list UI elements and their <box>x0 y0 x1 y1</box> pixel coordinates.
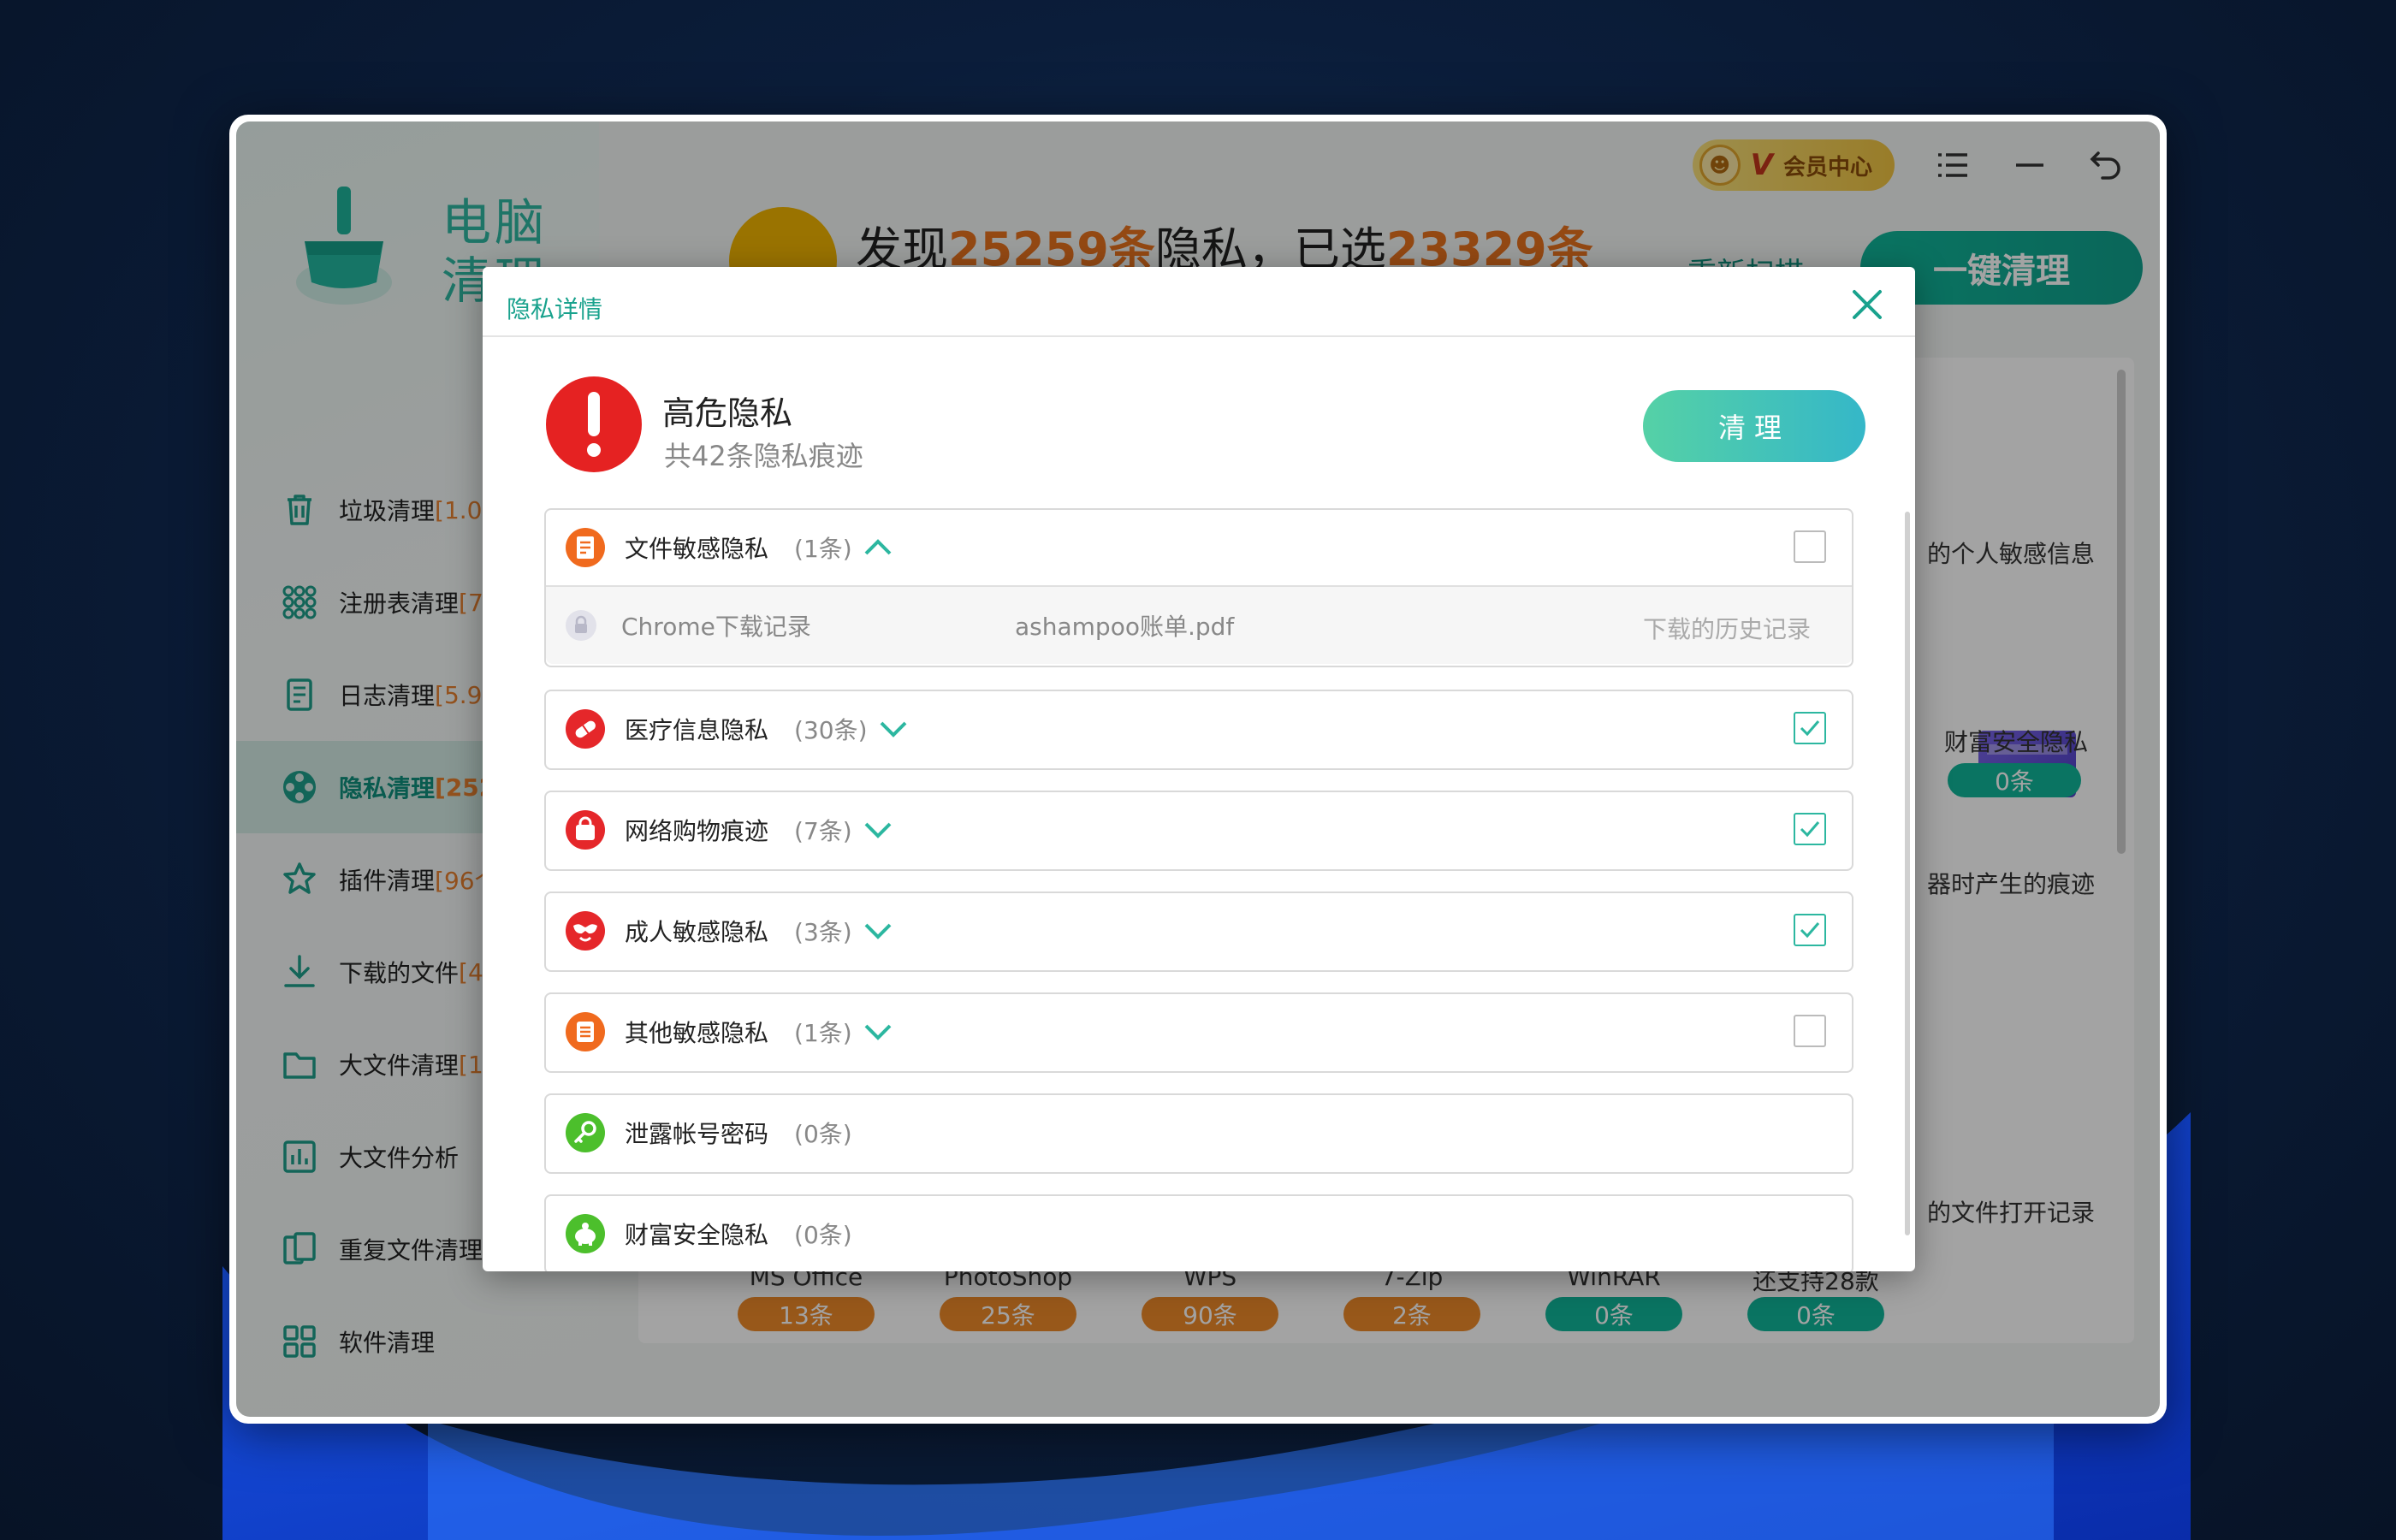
category-card: 医疗信息隐私 (30条) <box>544 690 1853 770</box>
entry-description: 下载的历史记录 <box>1642 615 1811 643</box>
category-count: (0条) <box>794 1221 852 1249</box>
category-card: 成人敏感隐私 (3条) <box>544 891 1853 972</box>
category-name: 文件敏感隐私 <box>625 535 769 563</box>
dialog-header: 隐私详情 <box>483 267 1915 337</box>
category-count: (0条) <box>794 1120 852 1148</box>
privacy-details-dialog: 隐私详情 高危隐私 共42条隐私痕迹 清理 文件敏感隐私 (1条) Chrome… <box>483 267 1915 1271</box>
category-checkbox[interactable] <box>1794 530 1826 563</box>
piggy-bank-icon <box>566 1214 605 1253</box>
category-count: (1条) <box>794 1019 852 1047</box>
clean-button[interactable]: 清理 <box>1643 390 1865 462</box>
checkmark-icon <box>1800 720 1820 737</box>
dialog-scrollbar[interactable] <box>1905 512 1910 1235</box>
entry-source: Chrome下载记录 <box>621 613 811 641</box>
category-header[interactable]: 文件敏感隐私 (1条) <box>546 510 1852 585</box>
shopping-bag-icon <box>566 810 605 850</box>
category-count: (7条) <box>794 817 852 845</box>
checkmark-icon <box>1800 922 1820 939</box>
chevron-down-icon[interactable] <box>861 1015 895 1049</box>
lock-icon <box>566 610 596 641</box>
close-icon[interactable] <box>1848 286 1886 323</box>
notes-icon <box>566 1012 605 1051</box>
category-checkbox[interactable] <box>1794 712 1826 744</box>
category-count: (30条) <box>794 716 868 744</box>
category-name: 成人敏感隐私 <box>625 918 769 946</box>
category-name: 其他敏感隐私 <box>625 1019 769 1047</box>
dialog-title: 隐私详情 <box>507 295 603 323</box>
privacy-category-list: 文件敏感隐私 (1条) Chrome下载记录 ashampoo账单.pdf 下载… <box>544 508 1853 1271</box>
category-name: 泄露帐号密码 <box>625 1120 769 1148</box>
category-header[interactable]: 医疗信息隐私 (30条) <box>546 691 1852 767</box>
risk-level-title: 高危隐私 <box>662 394 793 432</box>
category-header[interactable]: 成人敏感隐私 (3条) <box>546 893 1852 968</box>
chevron-down-icon[interactable] <box>861 813 895 847</box>
category-checkbox[interactable] <box>1794 813 1826 845</box>
entry-file: ashampoo账单.pdf <box>1015 613 1235 641</box>
chevron-up-icon[interactable] <box>861 530 895 565</box>
adult-mask-icon <box>566 911 605 951</box>
checkmark-icon <box>1800 821 1820 838</box>
document-icon <box>566 528 605 567</box>
high-risk-alert-icon <box>546 376 642 472</box>
medical-pill-icon <box>566 709 605 749</box>
category-header[interactable]: 财富安全隐私 (0条) <box>546 1196 1852 1271</box>
category-card: 文件敏感隐私 (1条) Chrome下载记录 ashampoo账单.pdf 下载… <box>544 508 1853 667</box>
category-name: 医疗信息隐私 <box>625 716 769 744</box>
category-name: 网络购物痕迹 <box>625 817 769 845</box>
privacy-entry-row: Chrome下载记录 ashampoo账单.pdf 下载的历史记录 <box>546 585 1852 664</box>
category-card: 泄露帐号密码 (0条) <box>544 1093 1853 1174</box>
category-header[interactable]: 网络购物痕迹 (7条) <box>546 792 1852 868</box>
chevron-down-icon[interactable] <box>861 914 895 948</box>
category-name: 财富安全隐私 <box>625 1221 769 1249</box>
category-header[interactable]: 其他敏感隐私 (1条) <box>546 994 1852 1069</box>
risk-trace-count: 共42条隐私痕迹 <box>664 440 863 472</box>
category-count: (1条) <box>794 535 852 563</box>
category-checkbox[interactable] <box>1794 914 1826 946</box>
category-card: 其他敏感隐私 (1条) <box>544 992 1853 1073</box>
key-icon <box>566 1113 605 1152</box>
category-card: 网络购物痕迹 (7条) <box>544 791 1853 871</box>
category-count: (3条) <box>794 918 852 946</box>
category-header[interactable]: 泄露帐号密码 (0条) <box>546 1095 1852 1170</box>
category-card: 财富安全隐私 (0条) <box>544 1194 1853 1271</box>
category-checkbox[interactable] <box>1794 1015 1826 1047</box>
chevron-down-icon[interactable] <box>876 712 910 746</box>
